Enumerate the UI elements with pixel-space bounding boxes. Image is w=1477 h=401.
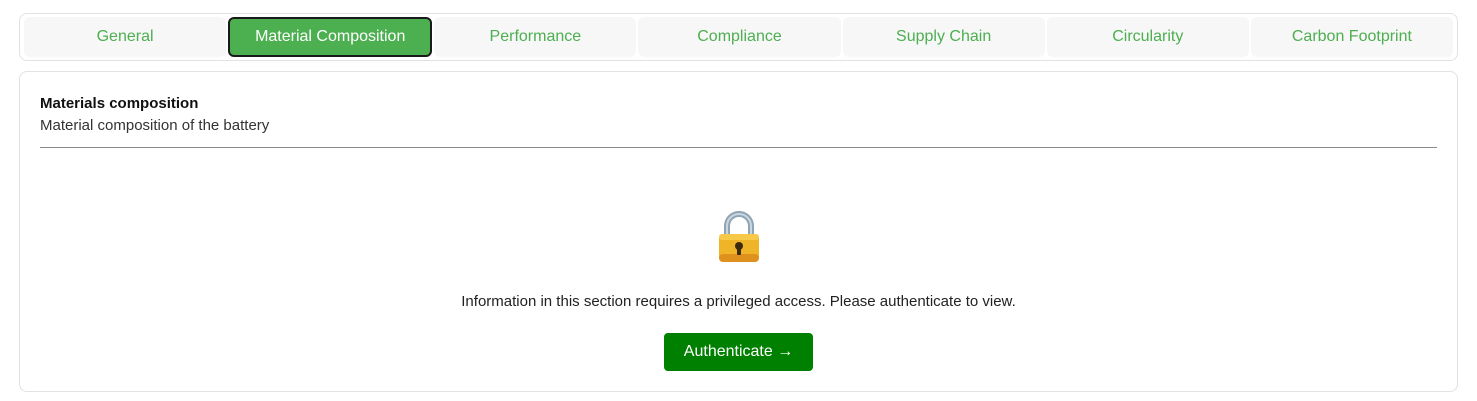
tab-material-composition[interactable]: Material Composition <box>228 17 433 57</box>
tab-bar: General Material Composition Performance… <box>19 13 1458 61</box>
tab-compliance[interactable]: Compliance <box>638 17 841 57</box>
tab-supply-chain[interactable]: Supply Chain <box>842 17 1045 57</box>
tab-carbon-footprint[interactable]: Carbon Footprint <box>1250 17 1453 57</box>
authenticate-button[interactable]: Authenticate → <box>664 333 813 371</box>
tab-general[interactable]: General <box>24 17 227 57</box>
tab-circularity[interactable]: Circularity <box>1046 17 1249 57</box>
divider <box>40 147 1437 148</box>
lock-icon <box>719 211 759 262</box>
section-title: Materials composition <box>40 95 199 112</box>
section-panel: Materials composition Material compositi… <box>19 71 1458 392</box>
section-subtitle: Material composition of the battery <box>40 117 270 134</box>
access-message: Information in this section requires a p… <box>461 293 1016 310</box>
tab-performance[interactable]: Performance <box>434 17 637 57</box>
